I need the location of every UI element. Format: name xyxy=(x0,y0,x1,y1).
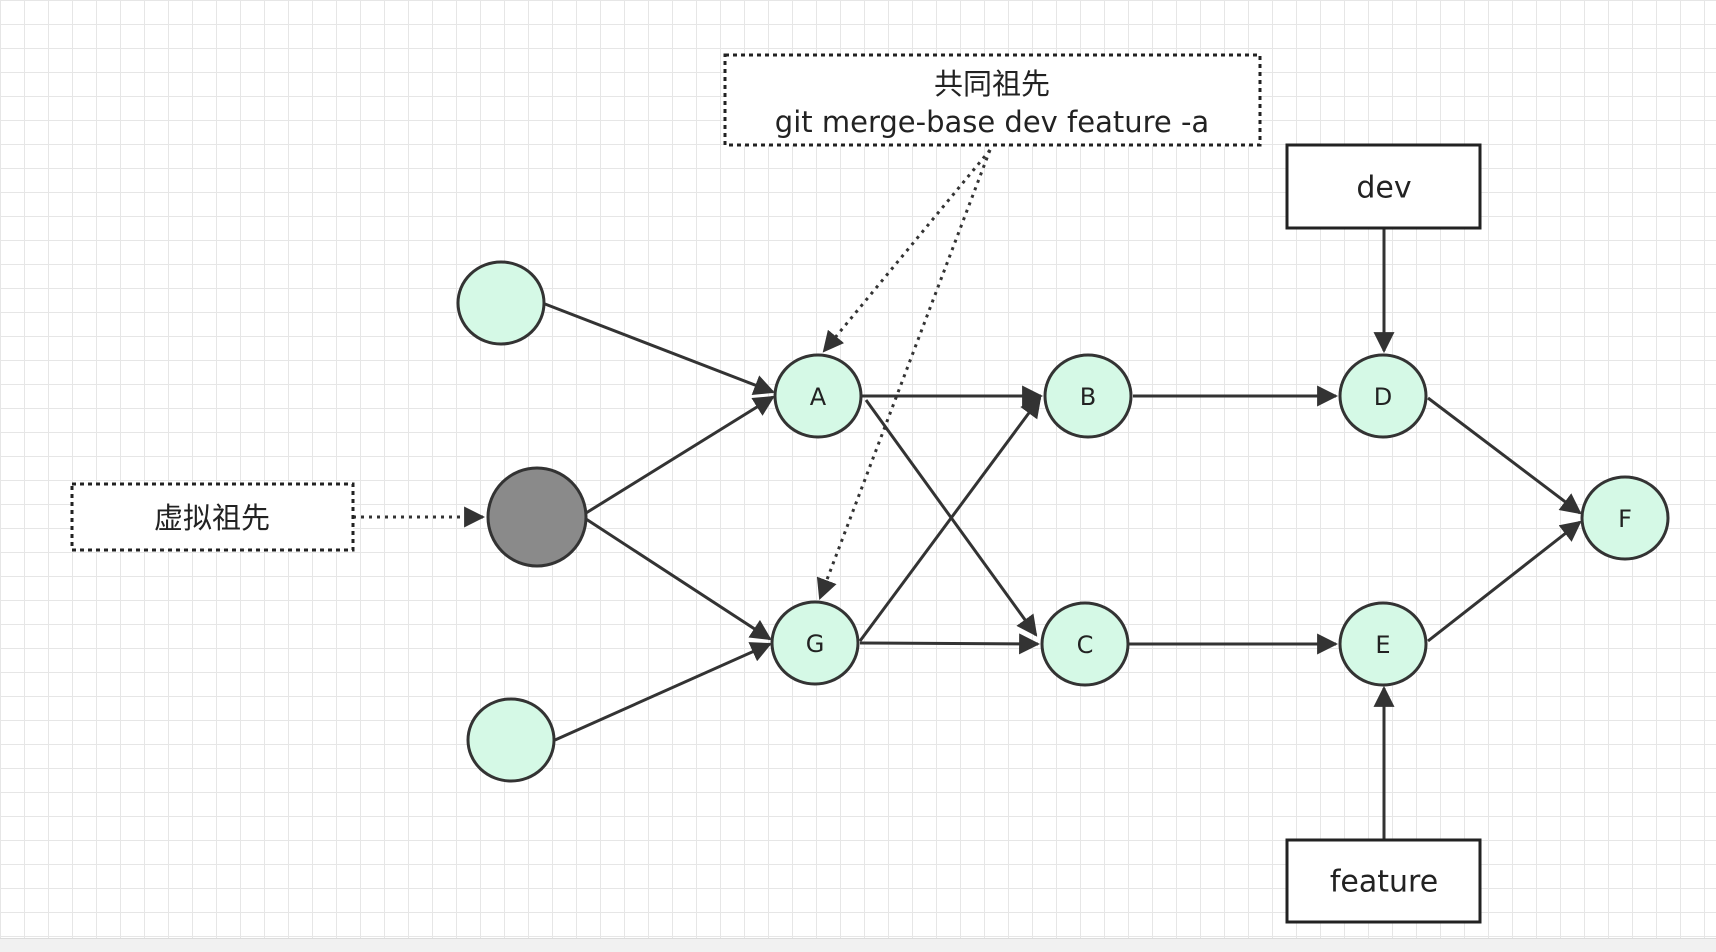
node-C-label: C xyxy=(1077,631,1094,659)
node-D-label: D xyxy=(1374,383,1392,411)
edge-root-bottom-to-G xyxy=(554,642,772,742)
git-merge-base-diagram: A B C D E F G dev feature 共同祖先 git merge… xyxy=(70,53,1670,924)
node-E: E xyxy=(1338,601,1428,687)
node-F-label: F xyxy=(1618,505,1632,533)
node-A: A xyxy=(773,353,863,439)
common-ancestor-command: git merge-base dev feature -a xyxy=(775,105,1209,139)
node-F: F xyxy=(1580,475,1670,561)
branch-feature-box: feature xyxy=(1285,838,1482,924)
virtual-ancestor-note: 虚拟祖先 xyxy=(70,482,355,552)
common-ancestor-title: 共同祖先 xyxy=(934,67,1050,101)
dotted-edge-note-to-A xyxy=(822,149,992,353)
node-B-label: B xyxy=(1080,383,1096,411)
node-G-label: G xyxy=(806,630,825,658)
node-G: G xyxy=(770,600,860,686)
node-A-label: A xyxy=(810,383,827,411)
node-E-label: E xyxy=(1375,631,1390,659)
edge-virtual-to-G xyxy=(585,517,772,641)
node-B: B xyxy=(1043,353,1133,439)
edge-root-top-to-A xyxy=(544,302,775,395)
branch-dev-box: dev xyxy=(1285,143,1482,230)
edge-E-to-F xyxy=(1427,520,1582,643)
node-root-bottom xyxy=(466,697,556,783)
diagram-canvas: A B C D E F G dev feature 共同祖先 git merge… xyxy=(0,0,1716,952)
node-virtual-ancestor xyxy=(486,466,588,568)
node-C: C xyxy=(1040,601,1130,687)
node-root-top xyxy=(456,260,546,346)
branch-dev-label: dev xyxy=(1356,171,1411,206)
branch-feature-label: feature xyxy=(1330,865,1438,900)
edge-virtual-to-A xyxy=(585,395,775,515)
bottom-scrollbar-strip xyxy=(0,938,1716,952)
node-D: D xyxy=(1338,353,1428,439)
edge-D-to-F xyxy=(1427,396,1582,515)
virtual-ancestor-label: 虚拟祖先 xyxy=(154,501,270,535)
common-ancestor-note: 共同祖先 git merge-base dev feature -a xyxy=(723,53,1262,147)
edge-G-to-C xyxy=(859,633,1041,655)
